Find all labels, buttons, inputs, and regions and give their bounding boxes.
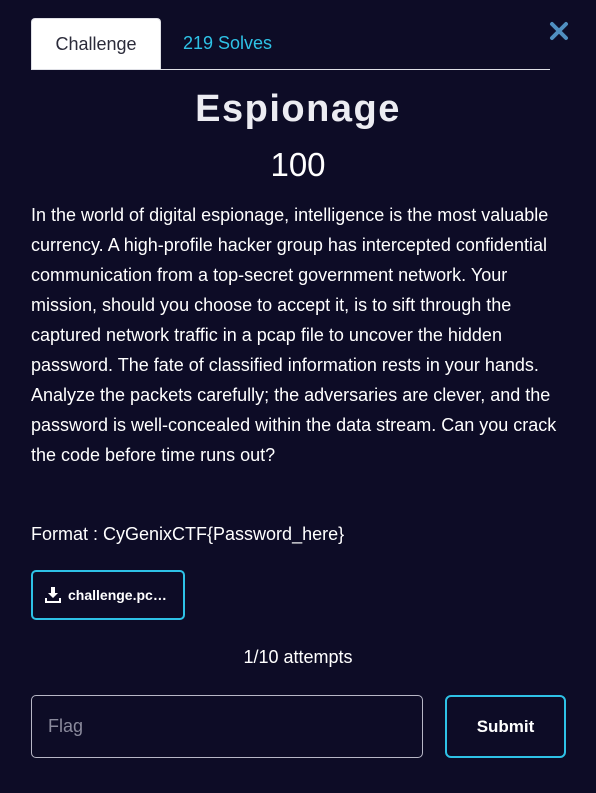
flag-format-prefix: Format : CyGenixCTF{Password bbox=[31, 524, 293, 544]
flag-format-suffix: here} bbox=[302, 524, 345, 544]
tab-solves[interactable]: 219 Solves bbox=[183, 18, 272, 69]
download-icon bbox=[45, 587, 61, 603]
challenge-points: 100 bbox=[270, 146, 326, 183]
submit-button[interactable]: Submit bbox=[445, 695, 566, 758]
close-icon bbox=[550, 22, 568, 40]
flag-input[interactable] bbox=[31, 695, 423, 758]
close-button[interactable] bbox=[548, 20, 570, 42]
flag-format: Format : CyGenixCTF{Password_here} bbox=[31, 519, 344, 549]
flag-format-underscore: _ bbox=[292, 524, 303, 544]
file-name: challenge.pcap bbox=[68, 587, 168, 603]
challenge-description: In the world of digital espionage, intel… bbox=[31, 205, 557, 465]
challenge-title: Espionage bbox=[195, 88, 401, 130]
tab-challenge[interactable]: Challenge bbox=[31, 18, 161, 69]
attempts-count: 1/10 attempts bbox=[243, 647, 353, 667]
file-download-button[interactable]: challenge.pcap bbox=[31, 570, 185, 620]
tab-bar: Challenge 219 Solves bbox=[31, 18, 550, 70]
